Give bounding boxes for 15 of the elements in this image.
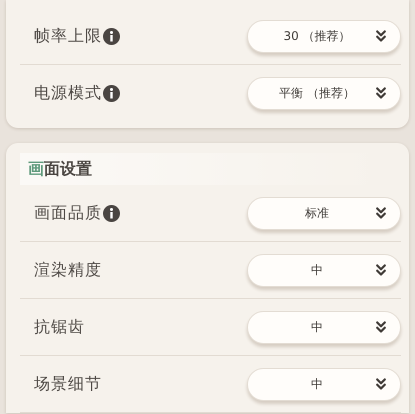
info-icon[interactable] (103, 28, 120, 44)
setting-label: 电源模式 (34, 82, 102, 104)
setting-dropdown[interactable]: 平衡 （推荐） (247, 76, 401, 110)
setting-label: 帧率上限 (34, 26, 102, 46)
setting-dropdown[interactable]: 中 (247, 368, 401, 400)
info-icon[interactable] (103, 204, 120, 222)
setting-label: 渲染精度 (34, 260, 102, 280)
setting-dropdown[interactable]: 标准 (247, 196, 401, 230)
setting-label: 场景细节 (34, 374, 102, 394)
setting-dropdown[interactable]: 中 (247, 254, 401, 286)
setting-dropdown[interactable]: 中 (247, 310, 401, 344)
setting-dropdown[interactable]: 30 （推荐） (247, 20, 401, 52)
setting-label: 抗锯齿 (34, 316, 85, 338)
info-icon[interactable] (103, 84, 120, 102)
setting-label: 画面品质 (34, 202, 102, 224)
